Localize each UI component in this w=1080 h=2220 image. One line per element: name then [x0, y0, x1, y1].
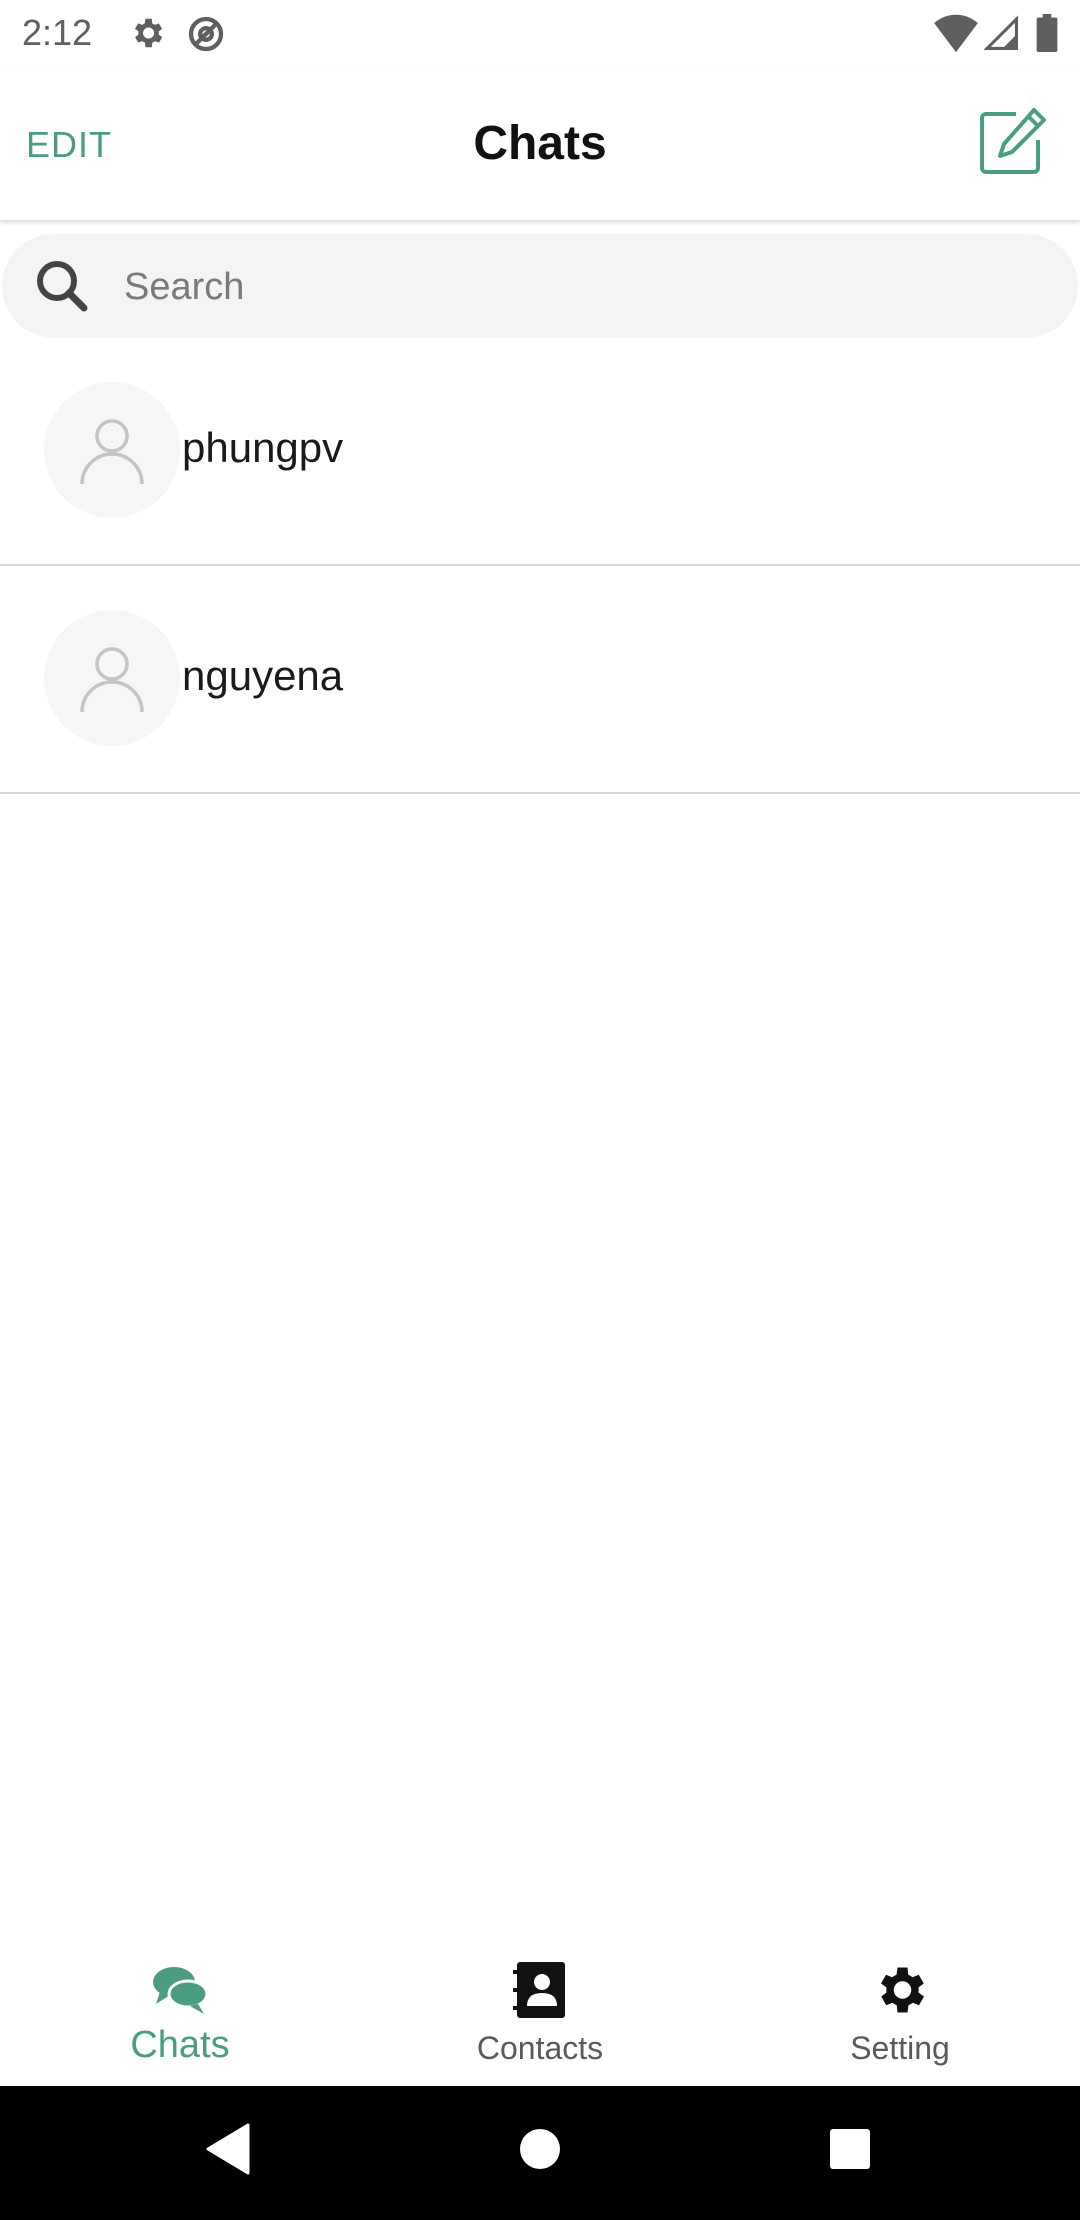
- tab-label: Chats: [130, 2024, 230, 2066]
- status-time: 2:12: [22, 12, 93, 53]
- search-bar[interactable]: [2, 234, 1078, 338]
- search-icon: [37, 261, 88, 312]
- avatar: [44, 610, 180, 746]
- chat-bubbles-icon: [153, 1967, 209, 2014]
- status-bar: 2:12: [0, 0, 1080, 66]
- chat-list-item[interactable]: nguyena: [0, 566, 1080, 794]
- chat-list-item[interactable]: phungpv: [0, 338, 1080, 566]
- chat-name: phungpv: [182, 424, 344, 471]
- battery-icon: [1036, 14, 1058, 52]
- user-placeholder-icon: [80, 419, 144, 485]
- avatar: [44, 382, 180, 518]
- system-nav-bar: [0, 2086, 1080, 2220]
- recents-icon[interactable]: [828, 2121, 872, 2177]
- compose-icon: [980, 108, 1046, 174]
- search-input[interactable]: [122, 256, 1026, 318]
- tab-setting[interactable]: Setting: [720, 1930, 1080, 2086]
- page-title: Chats: [473, 117, 607, 170]
- tab-label: Contacts: [476, 2030, 604, 2066]
- back-icon[interactable]: [204, 2121, 252, 2177]
- signal-icon: [984, 15, 1018, 50]
- app-header: EDIT Chats: [0, 66, 1080, 221]
- chat-list: phungpv nguyena: [0, 338, 1080, 794]
- tab-label: Setting: [850, 2030, 950, 2066]
- contacts-book-icon: [513, 1962, 565, 2018]
- user-placeholder-icon: [80, 647, 144, 713]
- at-sign-icon: [188, 16, 224, 52]
- gear-icon: [134, 18, 163, 48]
- gear-icon: [881, 1967, 924, 2013]
- tab-chats[interactable]: Chats: [0, 1930, 360, 2086]
- bottom-tab-bar: Chats Contacts Setting: [0, 1930, 1080, 2086]
- compose-button[interactable]: [976, 106, 1048, 178]
- home-icon[interactable]: [518, 2121, 562, 2177]
- wifi-icon: [934, 14, 978, 53]
- chat-name: nguyena: [182, 652, 344, 699]
- tab-contacts[interactable]: Contacts: [360, 1930, 720, 2086]
